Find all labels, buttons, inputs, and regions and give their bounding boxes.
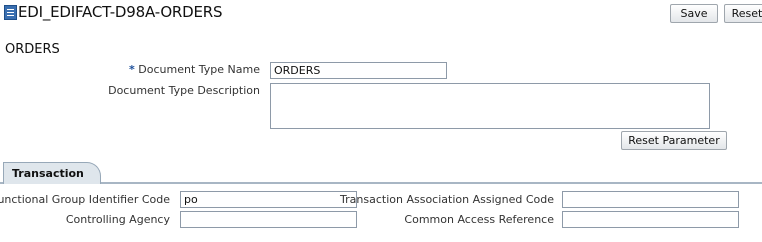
functional-group-label: * Functional Group Identifier Code: [0, 193, 170, 206]
tab-divider: [0, 182, 762, 184]
required-marker: *: [129, 63, 135, 76]
document-icon: [4, 5, 17, 20]
doc-type-name-input[interactable]: [270, 62, 447, 79]
controlling-agency-input[interactable]: [180, 211, 357, 228]
page-title: EDI_EDIFACT-D98A-ORDERS: [18, 3, 223, 21]
doc-type-name-label-text: Document Type Name: [138, 63, 260, 76]
common-access-label: Common Access Reference: [404, 213, 554, 226]
tx-assoc-code-label: Transaction Association Assigned Code: [340, 193, 554, 206]
doc-type-desc-textarea[interactable]: [270, 83, 710, 129]
reset-parameter-button[interactable]: Reset Parameter: [621, 131, 727, 150]
functional-group-label-text: Functional Group Identifier Code: [0, 193, 170, 206]
tab-transaction-label: Transaction: [12, 167, 84, 180]
doc-type-name-label: * Document Type Name: [129, 63, 260, 76]
tx-assoc-code-input[interactable]: [562, 191, 739, 208]
common-access-input[interactable]: [562, 211, 739, 228]
controlling-agency-label: Controlling Agency: [65, 213, 170, 226]
section-heading: ORDERS: [5, 42, 60, 57]
reset-button[interactable]: Reset: [724, 4, 762, 23]
functional-group-input[interactable]: [180, 191, 357, 208]
doc-type-desc-label: Document Type Description: [108, 84, 260, 97]
save-button[interactable]: Save: [670, 4, 718, 23]
